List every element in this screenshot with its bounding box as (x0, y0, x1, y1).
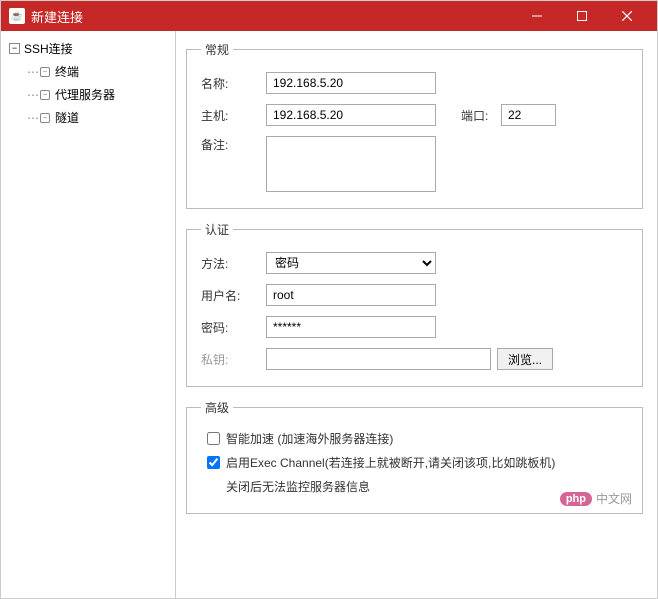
tree-line-icon: ⋯ (27, 88, 38, 102)
auth-legend: 认证 (201, 221, 233, 238)
close-icon (622, 11, 632, 21)
general-legend: 常规 (201, 41, 233, 58)
app-icon: ☕ (9, 8, 25, 24)
tree-item-proxy[interactable]: ⋯ − 代理服务器 (23, 83, 171, 106)
auth-group: 认证 方法: 密码 用户名: 密码: 私钥: (186, 221, 643, 387)
method-label: 方法: (201, 255, 266, 272)
exec-label: 启用Exec Channel(若连接上就被断开,请关闭该项,比如跳板机) (226, 454, 555, 472)
host-label: 主机: (201, 107, 266, 124)
maximize-button[interactable] (559, 1, 604, 31)
maximize-icon (577, 11, 587, 21)
name-label: 名称: (201, 75, 266, 92)
row-password: 密码: (201, 316, 628, 338)
minimize-icon (532, 11, 542, 21)
row-host: 主机: 端口: (201, 104, 628, 126)
row-exec: 启用Exec Channel(若连接上就被断开,请关闭该项,比如跳板机) (201, 454, 628, 472)
window-title: 新建连接 (31, 7, 514, 26)
titlebar: ☕ 新建连接 (1, 1, 657, 31)
dialog-body: − SSH连接 ⋯ − 终端 ⋯ − 代理服务器 ⋯ − 隧道 常规 (1, 31, 657, 598)
username-label: 用户名: (201, 287, 266, 304)
watermark-logo: php (560, 492, 592, 506)
row-username: 用户名: (201, 284, 628, 306)
tree-collapse-icon[interactable]: − (9, 43, 20, 54)
tree-item-ssh[interactable]: − SSH连接 (5, 37, 171, 60)
exec-checkbox[interactable] (207, 456, 220, 469)
method-select[interactable]: 密码 (266, 252, 436, 274)
tree-label: 终端 (55, 63, 79, 80)
name-input[interactable] (266, 72, 436, 94)
window-controls (514, 1, 649, 31)
nav-tree: − SSH连接 ⋯ − 终端 ⋯ − 代理服务器 ⋯ − 隧道 (1, 31, 176, 598)
row-name: 名称: (201, 72, 628, 94)
port-label: 端口: (461, 107, 501, 124)
privkey-label: 私钥: (201, 351, 266, 368)
tree-label: SSH连接 (24, 40, 73, 57)
watermark: php 中文网 (560, 490, 632, 507)
accel-checkbox[interactable] (207, 432, 220, 445)
minimize-button[interactable] (514, 1, 559, 31)
row-accel: 智能加速 (加速海外服务器连接) (201, 430, 628, 448)
row-method: 方法: 密码 (201, 252, 628, 274)
content-pane: 常规 名称: 主机: 端口: 备注: 认证 (176, 31, 657, 598)
password-input[interactable] (266, 316, 436, 338)
host-input[interactable] (266, 104, 436, 126)
watermark-text: 中文网 (596, 490, 632, 507)
remark-label: 备注: (201, 136, 266, 153)
tree-bullet-icon: − (40, 113, 50, 123)
general-group: 常规 名称: 主机: 端口: 备注: (186, 41, 643, 209)
advanced-group: 高级 智能加速 (加速海外服务器连接) 启用Exec Channel(若连接上就… (186, 399, 643, 514)
browse-button[interactable]: 浏览... (497, 348, 553, 370)
privkey-input[interactable] (266, 348, 491, 370)
remark-textarea[interactable] (266, 136, 436, 192)
port-input[interactable] (501, 104, 556, 126)
row-privkey: 私钥: 浏览... (201, 348, 628, 370)
tree-item-tunnel[interactable]: ⋯ − 隧道 (23, 106, 171, 129)
tree-line-icon: ⋯ (27, 111, 38, 125)
password-label: 密码: (201, 319, 266, 336)
advanced-legend: 高级 (201, 399, 233, 416)
tree-label: 代理服务器 (55, 86, 115, 103)
tree-line-icon: ⋯ (27, 65, 38, 79)
row-remark: 备注: (201, 136, 628, 192)
username-input[interactable] (266, 284, 436, 306)
tree-bullet-icon: − (40, 67, 50, 77)
tree-bullet-icon: − (40, 90, 50, 100)
accel-label: 智能加速 (加速海外服务器连接) (226, 430, 393, 448)
tree-item-terminal[interactable]: ⋯ − 终端 (23, 60, 171, 83)
dialog-window: ☕ 新建连接 − SSH连接 ⋯ − 终端 (0, 0, 658, 599)
close-button[interactable] (604, 1, 649, 31)
tree-label: 隧道 (55, 109, 79, 126)
